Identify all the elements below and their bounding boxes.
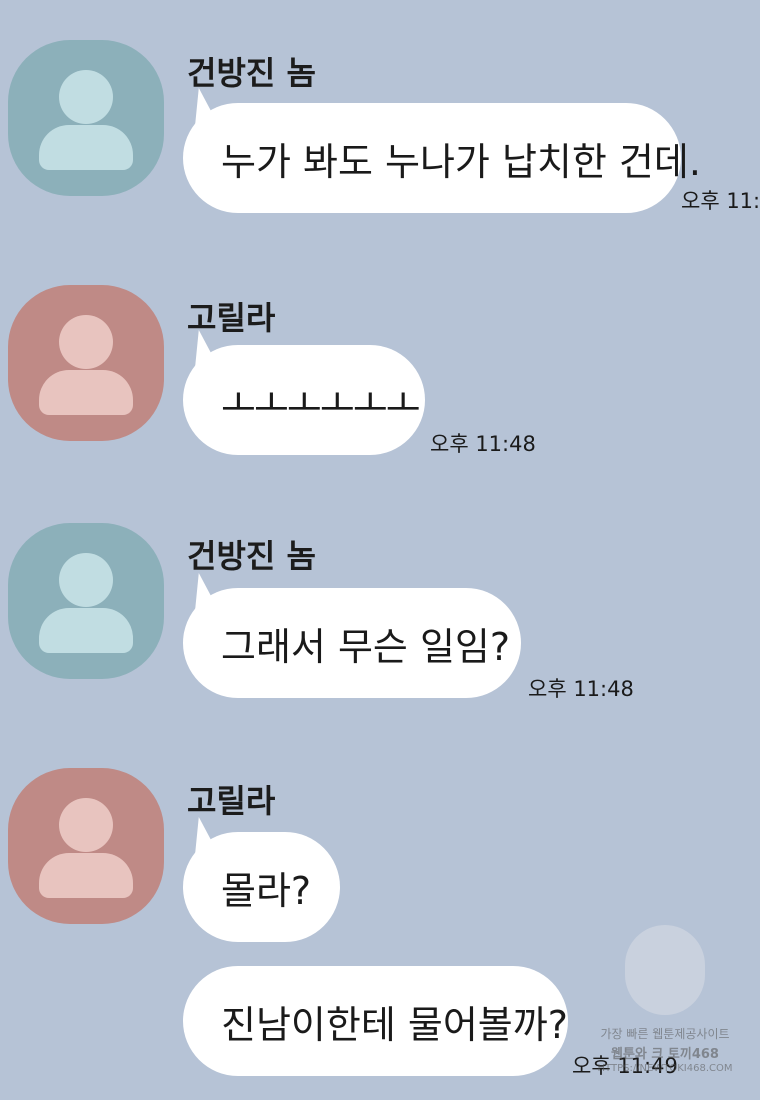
watermark-logo-icon [625, 925, 705, 1015]
person-icon-body [39, 853, 133, 898]
message-text: 진남이한테 물어볼까? [221, 1002, 568, 1047]
person-icon-body [39, 370, 133, 415]
message-text: ㅗㅗㅗㅗㅗㅗ [221, 381, 421, 426]
sender-name: 고릴라 [187, 782, 276, 820]
message-text: 몰라? [221, 868, 312, 913]
chat-area: 건방진 놈 누가 봐도 누나가 납치한 건데. 오후 11:4 고릴라 ㅗㅗㅗㅗ… [0, 0, 760, 1100]
sender-name: 건방진 놈 [187, 54, 316, 92]
watermark-text: HTTPS://NEWTOKI468.COM [597, 1063, 733, 1074]
message-bubble[interactable]: 몰라? [183, 832, 340, 942]
person-icon-head [59, 553, 113, 607]
watermark-text: 웹툰와 크 토끼468 [611, 1047, 719, 1062]
person-icon-body [39, 125, 133, 170]
watermark-text: 가장 빠른 웹툰제공사이트 [600, 1027, 730, 1041]
message-bubble[interactable]: 진남이한테 물어볼까? [183, 966, 568, 1076]
sender-name: 건방진 놈 [187, 537, 316, 575]
message-time: 오후 11:48 [430, 432, 536, 456]
message-time: 오후 11:48 [528, 677, 634, 701]
message-time: 오후 11:4 [681, 189, 760, 213]
person-icon-body [39, 608, 133, 653]
watermark: 가장 빠른 웹툰제공사이트 웹툰와 크 토끼468 HTTPS://NEWTOK… [590, 925, 740, 1085]
person-icon-head [59, 70, 113, 124]
avatar[interactable] [8, 523, 164, 679]
message-text: 그래서 무슨 일임? [221, 624, 511, 669]
person-icon-head [59, 315, 113, 369]
avatar[interactable] [8, 768, 164, 924]
message-text: 누가 봐도 누나가 납치한 건데. [221, 139, 701, 184]
message-bubble[interactable]: 누가 봐도 누나가 납치한 건데. [183, 103, 701, 213]
message-bubble[interactable]: 그래서 무슨 일임? [183, 588, 521, 698]
person-icon-head [59, 798, 113, 852]
avatar[interactable] [8, 285, 164, 441]
message-bubble[interactable]: ㅗㅗㅗㅗㅗㅗ [183, 345, 425, 455]
avatar[interactable] [8, 40, 164, 196]
